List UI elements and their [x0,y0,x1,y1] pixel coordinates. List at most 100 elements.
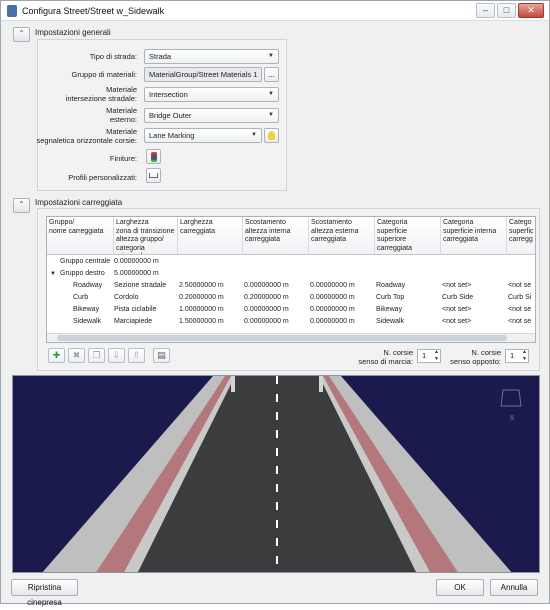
column-header[interactable]: Scostamento altezza interna carreggiata [243,217,309,255]
external-material-select[interactable]: Bridge Outer ▼ [144,108,279,123]
bollard [231,376,235,392]
material-group-label: Gruppo di materiali: [71,70,137,79]
dialog-window: Configura Street/Street w_Sidewalk – □ ✕… [0,0,550,607]
label-line: intersezione stradale: [65,94,137,103]
intersection-material-label: Materiale intersezione stradale: [66,85,137,103]
table-cell: 0.00000000 m [310,282,355,289]
table-cell: Pista ciclabile [114,306,157,313]
column-header[interactable]: Larghezza carreggiata [178,217,243,255]
table-cell: Bikeway [376,306,403,313]
custom-profiles-button[interactable] [146,168,161,183]
external-material-value: Bridge Outer [149,111,192,120]
table-cell: 2.50000000 m [179,282,224,289]
move-up-button[interactable]: ⇧ [128,348,145,363]
collapse-general-button[interactable]: ⌃ [13,27,30,42]
lanes-forward-value: 1 [422,351,427,360]
window-title: Configura Street/Street w_Sidewalk [22,6,165,16]
reset-camera-button[interactable]: Ripristina cinepresa [11,579,78,607]
table-cell: Roadway [376,282,406,289]
lane-properties-button[interactable]: ▤ [153,348,170,363]
collapse-lanes-button[interactable]: ⌃ [13,198,30,213]
intersection-material-select[interactable]: Intersection ▼ [144,87,279,102]
label-line: Materiale [106,106,137,115]
column-header[interactable]: Categoria superficie interna carreggiata [441,217,507,255]
lanes-table[interactable]: Gruppo/ nome carreggiata Larghezza zona … [46,216,536,343]
marking-material-select[interactable]: Lane Marking ▼ [144,128,262,143]
table-row[interactable]: ▼ Gruppo destro 5.00000000 m [47,268,535,280]
material-group-field[interactable]: MaterialGroup/Street Materials 1 [144,67,262,82]
chevron-down-icon: ▼ [268,53,274,59]
scrollbar-thumb[interactable] [57,335,507,341]
road-type-select[interactable]: Strada ▼ [144,49,279,64]
add-lane-button[interactable]: ✚ [48,348,65,363]
arrow-up-icon: ⇧ [132,350,141,360]
lanes-forward-label: N. corsie senso di marcia: [358,348,413,366]
label-line: Materiale [106,127,137,136]
spin-arrows-icon[interactable]: ▲ ▼ [434,349,439,363]
column-header[interactable]: Larghezza zona di transizione altezza gr… [114,217,178,255]
column-header[interactable]: Categoria superficie superiore carreggia… [375,217,441,255]
column-header[interactable]: Gruppo/ nome carreggiata [47,217,114,255]
table-cell: 0.00000000 m [310,294,355,301]
lane-name-cell: Bikeway [73,306,100,313]
remove-lane-button[interactable]: ✖ [68,348,85,363]
lanes-opposite-label: N. corsie senso opposto: [450,348,501,366]
view-cube-icon[interactable] [500,389,522,407]
close-button[interactable]: ✕ [518,3,544,18]
lanes-forward-spinner[interactable]: 1 ▲ ▼ [417,349,441,363]
ok-button[interactable]: OK [436,579,484,596]
finishes-button[interactable] [146,149,161,164]
copy-icon: ❐ [92,350,101,360]
expand-arrow-icon[interactable]: ▼ [50,268,56,280]
table-cell: 1.00000000 m [179,306,224,313]
lane-name-cell: Sidewalk [73,318,102,325]
column-header[interactable]: Catego superfic carregg [507,217,535,255]
copy-lane-button[interactable]: ❐ [88,348,105,363]
marking-material-label: Materiale segnaletica orizzontale corsie… [37,127,137,145]
plus-icon: ✚ [52,350,61,360]
lane-name-cell: Curb [73,294,89,301]
chevron-down-icon: ▼ [268,91,274,97]
table-row[interactable]: Curb Cordolo 0.20000000 m 0.20000000 m 0… [47,292,535,304]
table-cell: Marciapiede [114,318,153,325]
table-cell: Sidewalk [376,318,405,325]
arrow-down-icon: ⇩ [112,350,121,360]
external-material-label: Materiale esterno: [106,106,137,124]
table-cell: <not se [508,318,532,325]
move-down-button[interactable]: ⇩ [108,348,125,363]
maximize-button[interactable]: □ [497,3,516,18]
minimize-button[interactable]: – [476,3,495,18]
horizontal-scrollbar[interactable] [47,333,535,342]
road-type-value: Strada [149,52,172,61]
label-line: esterno: [109,115,137,124]
table-row[interactable]: Sidewalk Marciapiede 1.50000000 m 0.0000… [47,316,535,328]
properties-icon: ▤ [157,350,166,360]
profile-icon [149,173,158,178]
lane-name-cell: Roadway [73,282,103,289]
cancel-button[interactable]: Annulla [490,579,538,596]
finishes-label: Finiture: [109,154,137,163]
chevron-down-icon: ▼ [251,132,257,138]
material-group-browse-button[interactable]: ... [264,67,279,82]
table-cell: Sezione stradale [114,282,167,289]
table-cell: 0.00000000 m [114,258,159,265]
lanes-opposite-spinner[interactable]: 1 ▲ ▼ [505,349,529,363]
column-header[interactable]: Scostamento altezza esterna carreggiata [309,217,375,255]
chevron-up-icon: ⌃ [18,200,25,209]
table-cell: <not se [508,282,532,289]
3d-preview-viewport[interactable]: S [12,375,540,573]
delete-icon: ✖ [72,350,81,360]
table-cell: <not se [508,306,532,313]
label-line: senso di marcia: [358,357,413,366]
table-row[interactable]: Roadway Sezione stradale 2.50000000 m 0.… [47,280,535,292]
spin-arrows-icon[interactable]: ▲ ▼ [522,349,527,363]
traffic-light-icon [150,152,157,162]
group-name-cell: Gruppo centrale [60,258,111,265]
table-cell: 5.00000000 m [114,270,159,277]
table-cell: <not set> [442,306,472,313]
marking-options-button[interactable] [264,128,279,143]
lightbulb-icon [268,131,275,140]
table-cell: 0.00000000 m [244,306,289,313]
table-row[interactable]: Bikeway Pista ciclabile 1.00000000 m 0.0… [47,304,535,316]
table-row[interactable]: Gruppo centrale 0.00000000 m [47,256,535,268]
